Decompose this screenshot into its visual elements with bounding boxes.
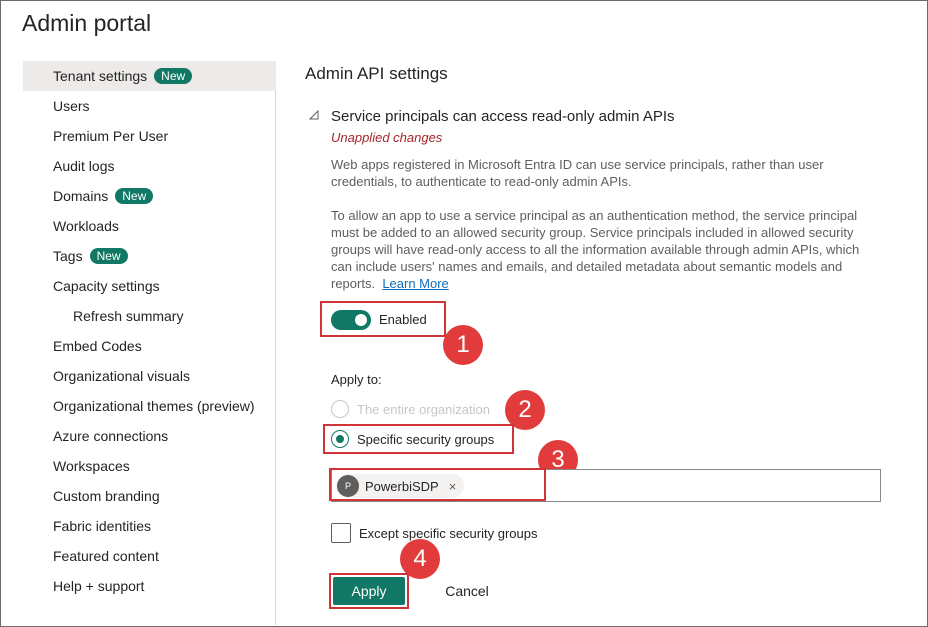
apply-button[interactable]: Apply: [333, 577, 405, 605]
cancel-button[interactable]: Cancel: [427, 577, 507, 605]
sidebar-item-embed-codes[interactable]: Embed Codes: [23, 331, 276, 361]
sidebar-item-help-support[interactable]: Help + support: [23, 571, 276, 601]
sidebar-item-azure-connections[interactable]: Azure connections: [23, 421, 276, 451]
sidebar-item-label: Domains: [53, 188, 109, 204]
apply-to-label: Apply to:: [331, 372, 382, 387]
sidebar-item-label: Premium Per User: [53, 128, 169, 144]
collapse-caret-icon[interactable]: [309, 110, 319, 120]
sidebar-item-label: Organizational visuals: [53, 368, 190, 384]
sidebar-item-label: Workloads: [53, 218, 119, 234]
radio-selected-dot: [336, 435, 344, 443]
except-groups-label: Except specific security groups: [359, 526, 538, 541]
security-group-chip: P PowerbiSDP ×: [336, 474, 465, 498]
sidebar-item-label: Capacity settings: [53, 278, 160, 294]
toggle-label: Enabled: [379, 312, 427, 327]
sidebar-item-users[interactable]: Users: [23, 91, 276, 121]
sidebar: Tenant settings New Users Premium Per Us…: [23, 61, 276, 625]
sidebar-item-featured-content[interactable]: Featured content: [23, 541, 276, 571]
new-badge: New: [89, 248, 128, 264]
sidebar-item-label: Featured content: [53, 548, 159, 564]
sidebar-item-capacity-settings[interactable]: Capacity settings: [23, 271, 276, 301]
radio-label-specific-security-groups: Specific security groups: [357, 432, 495, 447]
step-marker-1: 1: [443, 325, 483, 365]
except-groups-checkbox[interactable]: [331, 523, 351, 543]
sidebar-item-label: Help + support: [53, 578, 145, 594]
new-badge: New: [115, 188, 154, 204]
remove-group-icon[interactable]: ×: [449, 479, 457, 494]
sidebar-item-label: Organizational themes (preview): [53, 398, 255, 414]
sidebar-item-premium-per-user[interactable]: Premium Per User: [23, 121, 276, 151]
setting-description: Web apps registered in Microsoft Entra I…: [331, 157, 824, 189]
sidebar-item-tenant-settings[interactable]: Tenant settings New: [23, 61, 276, 91]
sidebar-item-label: Tenant settings: [53, 68, 148, 84]
new-badge: New: [154, 68, 193, 84]
sidebar-item-audit-logs[interactable]: Audit logs: [23, 151, 276, 181]
app-title: Admin portal: [22, 10, 152, 36]
sidebar-item-organizational-visuals[interactable]: Organizational visuals: [23, 361, 276, 391]
sidebar-item-label: Refresh summary: [73, 308, 184, 324]
sidebar-item-label: Custom branding: [53, 488, 160, 504]
setting-title: Service principals can access read-only …: [331, 108, 675, 125]
sidebar-item-organizational-themes[interactable]: Organizational themes (preview): [23, 391, 276, 421]
unapplied-changes-status: Unapplied changes: [331, 130, 443, 145]
sidebar-item-label: Azure connections: [53, 428, 169, 444]
sidebar-item-domains[interactable]: Domains New: [23, 181, 276, 211]
group-avatar: P: [337, 475, 359, 497]
sidebar-item-label: Fabric identities: [53, 518, 152, 534]
sidebar-item-label: Audit logs: [53, 158, 115, 174]
learn-more-link[interactable]: Learn More: [382, 276, 448, 291]
sidebar-item-label: Users: [53, 98, 90, 114]
sidebar-item-label: Tags: [53, 248, 83, 264]
sidebar-item-workloads[interactable]: Workloads: [23, 211, 276, 241]
sidebar-item-label: Workspaces: [53, 458, 130, 474]
radio-specific-security-groups[interactable]: [331, 430, 349, 448]
sidebar-item-tags[interactable]: Tags New: [23, 241, 276, 271]
sidebar-item-workspaces[interactable]: Workspaces: [23, 451, 276, 481]
section-title: Admin API settings: [305, 64, 448, 83]
sidebar-item-refresh-summary[interactable]: Refresh summary: [23, 301, 276, 331]
enabled-toggle[interactable]: [331, 310, 371, 330]
toggle-knob: [355, 314, 367, 326]
radio-label-entire-organization: The entire organization: [357, 402, 490, 417]
sidebar-item-custom-branding[interactable]: Custom branding: [23, 481, 276, 511]
sidebar-item-fabric-identities[interactable]: Fabric identities: [23, 511, 276, 541]
radio-entire-organization[interactable]: [331, 400, 349, 418]
setting-description-detail: To allow an app to use a service princip…: [331, 207, 881, 292]
group-name: PowerbiSDP: [365, 478, 439, 494]
sidebar-item-label: Embed Codes: [53, 338, 142, 354]
